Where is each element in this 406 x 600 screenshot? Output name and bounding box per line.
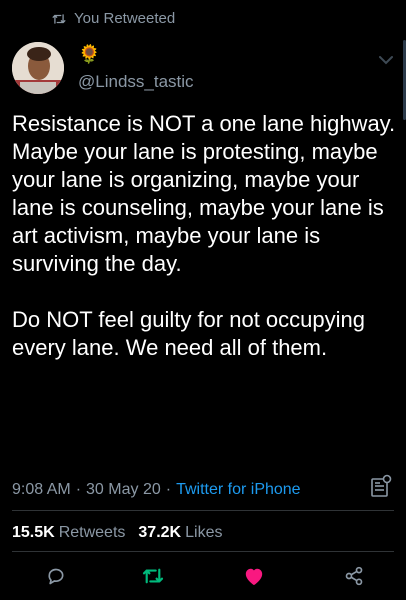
retweet-icon bbox=[142, 567, 164, 590]
tweet-stats: 15.5K Retweets 37.2K Likes bbox=[12, 524, 231, 542]
retweets-label[interactable]: Retweets bbox=[59, 524, 126, 542]
share-button[interactable] bbox=[338, 562, 370, 594]
reply-button[interactable] bbox=[40, 562, 72, 594]
likes-count[interactable]: 37.2K bbox=[138, 524, 181, 542]
retweet-button[interactable] bbox=[137, 562, 169, 594]
meta-separator: · bbox=[165, 481, 172, 498]
retweet-context-label: You Retweeted bbox=[74, 10, 176, 27]
retweet-icon bbox=[52, 13, 66, 25]
avatar[interactable] bbox=[12, 42, 64, 94]
likes-label[interactable]: Likes bbox=[185, 524, 222, 542]
divider bbox=[12, 551, 394, 552]
display-name[interactable]: 🌻 bbox=[78, 44, 100, 64]
tweet-source-link[interactable]: Twitter for iPhone bbox=[176, 481, 301, 499]
tweet-time: 9:08 AM bbox=[12, 481, 71, 498]
tweet-header: 🌻 @Lindss_tastic bbox=[12, 42, 396, 102]
like-button[interactable] bbox=[238, 562, 270, 594]
tweet-meta: 9:08 AM · 30 May 20 · Twitter for iPhone bbox=[12, 474, 394, 501]
heart-icon bbox=[243, 566, 265, 591]
retweet-context: You Retweeted bbox=[52, 10, 175, 27]
retweets-count[interactable]: 15.5K bbox=[12, 524, 55, 542]
share-icon bbox=[344, 566, 364, 591]
tweet-text: Resistance is NOT a one lane highway. Ma… bbox=[12, 111, 396, 360]
handle[interactable]: @Lindss_tastic bbox=[78, 72, 194, 92]
divider bbox=[12, 510, 394, 511]
analytics-icon[interactable] bbox=[370, 474, 392, 503]
meta-separator: · bbox=[75, 481, 82, 498]
tweet-actions bbox=[0, 562, 406, 594]
tweet-date: 30 May 20 bbox=[86, 481, 161, 498]
reply-icon bbox=[46, 566, 66, 591]
chevron-down-icon[interactable] bbox=[378, 52, 394, 70]
